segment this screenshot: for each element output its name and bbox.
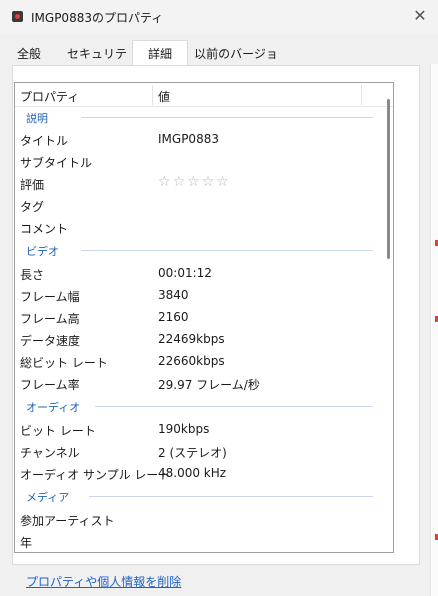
rating-stars[interactable]: ☆☆☆☆☆ [158, 174, 231, 190]
property-value[interactable]: IMGP0883 [158, 132, 219, 146]
property-label: タイトル [20, 134, 69, 148]
property-row-year[interactable]: 年 [15, 530, 385, 552]
property-label: タグ [20, 200, 45, 214]
group-name: ビデオ [26, 245, 59, 258]
property-row-subtitle[interactable]: サブタイトル [15, 150, 385, 172]
group-header-video[interactable]: ビデオ [15, 240, 385, 260]
property-row-frame-rate[interactable]: フレーム率 29.97 フレーム/秒 [15, 372, 385, 394]
property-label: チャンネル [20, 446, 80, 460]
property-list[interactable]: プロパティ 値 説明 タイトル IMGP0883 サブタイトル 評価 ☆☆☆☆☆… [14, 82, 394, 553]
property-row-data-rate[interactable]: データ速度 22469kbps [15, 328, 385, 350]
title-bar: IMGP0883のプロパティ ✕ [0, 0, 438, 34]
vertical-scrollbar[interactable] [385, 83, 393, 552]
property-label: コメント [20, 222, 69, 236]
property-label: 評価 [20, 178, 45, 192]
property-label: オーディオ サンプル レート [20, 468, 171, 482]
tab-details[interactable]: 詳細 [132, 40, 188, 66]
star-icon[interactable]: ☆ [202, 174, 217, 190]
property-value[interactable]: 3840 [158, 288, 189, 302]
property-label: 総ビット レート [20, 356, 108, 370]
star-icon[interactable]: ☆ [173, 174, 188, 190]
camera-file-icon [12, 11, 23, 22]
star-icon[interactable]: ☆ [158, 174, 173, 190]
list-header: プロパティ 値 [15, 83, 393, 107]
property-value[interactable]: 190kbps [158, 422, 209, 436]
property-label: フレーム高 [20, 312, 80, 326]
property-value[interactable]: 2 (ステレオ) [158, 444, 227, 461]
remove-properties-link[interactable]: プロパティや個人情報を削除 [26, 573, 181, 590]
property-row-total-bitrate[interactable]: 総ビット レート 22660kbps [15, 350, 385, 372]
property-row-length[interactable]: 長さ 00:01:12 [15, 262, 385, 284]
property-value[interactable]: 48.000 kHz [158, 466, 226, 480]
background-window-edge [430, 64, 438, 596]
property-value[interactable]: 2160 [158, 310, 189, 324]
group-name: メディア [26, 491, 70, 504]
property-row-rating[interactable]: 評価 ☆☆☆☆☆ [15, 172, 385, 194]
property-value[interactable]: 29.97 フレーム/秒 [158, 376, 260, 393]
property-label: サブタイトル [20, 156, 93, 170]
property-label: フレーム幅 [20, 290, 80, 304]
property-label: 年 [20, 536, 33, 550]
property-label: データ速度 [20, 334, 81, 348]
property-row-frame-height[interactable]: フレーム高 2160 [15, 306, 385, 328]
star-icon[interactable]: ☆ [216, 174, 231, 190]
group-header-media[interactable]: メディア [15, 486, 385, 506]
property-row-frame-width[interactable]: フレーム幅 3840 [15, 284, 385, 306]
group-name: オーディオ [26, 401, 81, 414]
property-label: フレーム率 [20, 378, 80, 392]
property-label: 参加アーティスト [20, 514, 115, 528]
star-icon[interactable]: ☆ [187, 174, 202, 190]
property-row-bitrate[interactable]: ビット レート 190kbps [15, 418, 385, 440]
property-label: 長さ [20, 268, 45, 282]
property-value[interactable]: 00:01:12 [158, 266, 212, 280]
group-name: 説明 [26, 112, 48, 125]
tab-security[interactable]: セキュリティ [62, 42, 132, 84]
property-row-tags[interactable]: タグ [15, 194, 385, 216]
close-icon[interactable]: ✕ [410, 6, 430, 26]
tab-previous-versions[interactable]: 以前のバージョン [190, 42, 282, 84]
tab-general[interactable]: 全般 [8, 42, 50, 65]
property-row-sample-rate[interactable]: オーディオ サンプル レート 48.000 kHz [15, 462, 385, 484]
property-label: ビット レート [20, 424, 96, 438]
column-header-property[interactable]: プロパティ [20, 88, 79, 105]
window-title: IMGP0883のプロパティ [31, 11, 164, 25]
property-row-comments[interactable]: コメント [15, 216, 385, 238]
column-divider[interactable] [361, 85, 362, 105]
group-header-description[interactable]: 説明 [15, 107, 385, 127]
property-value[interactable]: 22469kbps [158, 332, 225, 346]
column-divider[interactable] [152, 85, 153, 105]
property-row-title[interactable]: タイトル IMGP0883 [15, 128, 385, 150]
group-header-audio[interactable]: オーディオ [15, 396, 385, 416]
column-header-value[interactable]: 値 [158, 88, 170, 105]
property-row-contributing-artists[interactable]: 参加アーティスト [15, 508, 385, 530]
scrollbar-thumb[interactable] [387, 99, 390, 259]
property-row-channels[interactable]: チャンネル 2 (ステレオ) [15, 440, 385, 462]
property-value[interactable]: 22660kbps [158, 354, 225, 368]
